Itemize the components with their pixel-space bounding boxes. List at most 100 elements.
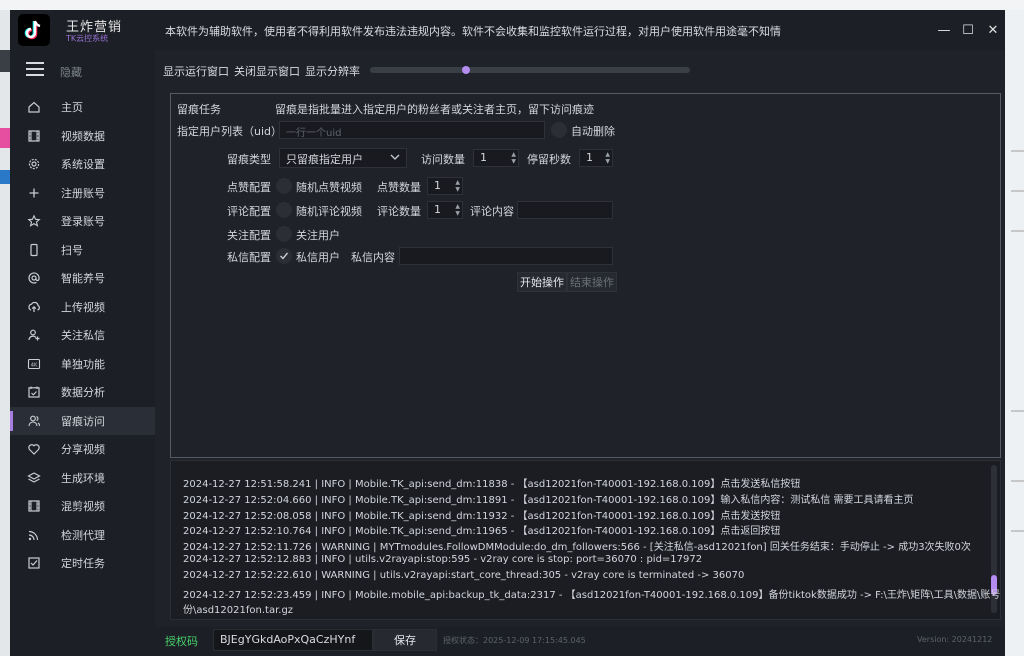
sidebar-item-label: 主页 (61, 101, 83, 115)
tiktok-logo-icon (18, 14, 50, 46)
dm-user-label: 私信用户 (296, 251, 340, 264)
start-button[interactable]: 开始操作 (517, 272, 567, 292)
hide-window-button[interactable]: 关闭显示窗口 (234, 63, 300, 79)
decrement-icon[interactable]: ▼ (455, 186, 460, 193)
sidebar-item-label: 注册账号 (61, 186, 105, 200)
sidebar-item-13[interactable]: 生成环境 (10, 464, 155, 493)
uid-list-input[interactable]: 一行一个uid (279, 121, 545, 139)
sidebar-item-0[interactable]: 主页 (10, 93, 155, 122)
dm-content-input[interactable] (399, 247, 613, 265)
sidebar-item-label: 扫号 (61, 243, 83, 257)
resolution-slider[interactable] (370, 66, 690, 74)
gear-icon (26, 156, 42, 172)
sidebar-item-1[interactable]: 视频数据 (10, 122, 155, 151)
footer: 授权码 BJEgYGkdAoPxQaCzHYnf 保存 授权状态：2025-12… (155, 627, 1005, 656)
uid-list-label: 指定用户列表（uid） (177, 125, 283, 138)
log-line: 2024-12-27 12:52:08.058 | INFO | Mobile.… (183, 510, 781, 522)
sidebar-item-2[interactable]: 系统设置 (10, 150, 155, 179)
like-count-label: 点赞数量 (377, 181, 421, 194)
chevron-down-icon (390, 154, 400, 160)
decrement-icon[interactable]: ▼ (455, 210, 460, 217)
minimize-button[interactable]: — (933, 19, 955, 41)
sidebar-item-label: 上传视频 (61, 300, 105, 314)
sidebar-item-label: 智能养号 (61, 272, 105, 286)
sidebar-item-7[interactable]: 上传视频 (10, 293, 155, 322)
increment-icon[interactable]: ▲ (455, 203, 460, 210)
like-random-checkbox[interactable] (276, 178, 292, 194)
comment-random-checkbox[interactable] (276, 202, 292, 218)
comment-count-label: 评论数量 (377, 205, 421, 218)
sidebar-item-label: 检测代理 (61, 528, 105, 542)
stop-button[interactable]: 结束操作 (567, 272, 617, 292)
license-code-input[interactable]: BJEgYGkdAoPxQaCzHYnf (213, 629, 373, 651)
log-line: 份\asd12021fon.tar.gz (183, 605, 294, 617)
sidebar-item-16[interactable]: 定时任务 (10, 549, 155, 578)
sidebar-item-8[interactable]: 关注私信 (10, 321, 155, 350)
sidebar-item-12[interactable]: 分享视频 (10, 435, 155, 464)
sidebar-item-9[interactable]: 4K 单独功能 (10, 350, 155, 379)
like-config-label: 点赞配置 (227, 181, 271, 194)
decrement-icon[interactable]: ▼ (511, 158, 516, 165)
sidebar-item-10[interactable]: 数据分析 (10, 378, 155, 407)
auto-delete-checkbox[interactable] (551, 122, 567, 138)
sidebar-hide-label[interactable]: 隐藏 (60, 64, 82, 80)
decrement-icon[interactable]: ▼ (605, 158, 610, 165)
save-button[interactable]: 保存 (373, 629, 437, 651)
phone-icon (26, 242, 42, 258)
sidebar-item-5[interactable]: 扫号 (10, 236, 155, 265)
like-count-stepper[interactable]: 1 ▲ ▼ (427, 177, 463, 195)
visit-count-value: 1 (480, 151, 487, 164)
background-right-strip (1005, 10, 1024, 656)
check-icon (280, 252, 289, 260)
sidebar-item-14[interactable]: 混剪视频 (10, 492, 155, 521)
sidebar-item-4[interactable]: 登录账号 (10, 207, 155, 236)
increment-icon[interactable]: ▲ (455, 179, 460, 186)
comment-content-label: 评论内容 (470, 205, 514, 218)
app-subtitle: TK云控系统 (66, 34, 109, 43)
follow-user-label: 关注用户 (296, 229, 340, 242)
trace-type-value: 只留痕指定用户 (286, 153, 363, 166)
comment-content-input[interactable] (517, 201, 613, 219)
4k-icon: 4K (26, 356, 42, 372)
like-random-label: 随机点赞视频 (296, 181, 362, 194)
increment-icon[interactable]: ▲ (511, 151, 516, 158)
increment-icon[interactable]: ▲ (605, 151, 610, 158)
close-button[interactable]: ✕ (982, 19, 1004, 41)
maximize-button[interactable]: ☐ (957, 19, 979, 41)
sidebar-item-label: 数据分析 (61, 386, 105, 400)
background-left-strip (0, 10, 10, 656)
disclaimer-notice: 本软件为辅助软件，使用者不得利用软件发布违法违规内容。软件不会收集和监控软件运行… (165, 25, 781, 38)
follow-config-label: 关注配置 (227, 229, 271, 242)
layers-icon (26, 470, 42, 486)
follow-user-checkbox[interactable] (276, 226, 292, 242)
log-line: 2024-12-27 12:52:23.459 | INFO | Mobile.… (183, 589, 1001, 601)
sidebar-item-label: 登录账号 (61, 215, 105, 229)
svg-text:4K: 4K (31, 362, 38, 368)
auto-delete-label: 自动删除 (571, 125, 615, 138)
hamburger-menu-icon[interactable] (26, 62, 44, 78)
visit-count-stepper[interactable]: 1 ▲ ▼ (473, 149, 519, 167)
log-console[interactable]: 2024-12-27 12:51:58.241 | INFO | Mobile.… (170, 460, 1001, 620)
sidebar-item-11[interactable]: 留痕访问 (10, 406, 155, 435)
film-icon (26, 498, 42, 514)
users-icon (26, 413, 42, 429)
sidebar-item-15[interactable]: 检测代理 (10, 521, 155, 550)
comment-count-stepper[interactable]: 1 ▲ ▼ (427, 201, 463, 219)
heart-icon (26, 441, 42, 457)
trace-type-label: 留痕类型 (227, 153, 271, 166)
stay-seconds-stepper[interactable]: 1 ▲ ▼ (579, 149, 613, 167)
sidebar-item-3[interactable]: 注册账号 (10, 179, 155, 208)
log-line: 2024-12-27 12:52:22.610 | WARNING | util… (183, 569, 745, 581)
dm-user-checkbox[interactable] (276, 248, 292, 264)
task-title: 留痕任务 (177, 103, 221, 116)
version-label: Version: 20241212 (917, 635, 993, 644)
log-line: 2024-12-27 12:52:11.726 | WARNING | MYTm… (183, 542, 971, 554)
trace-type-select[interactable]: 只留痕指定用户 (279, 148, 407, 168)
resolution-slider-thumb[interactable] (462, 66, 470, 74)
user-add-icon (26, 327, 42, 343)
plus-icon (26, 185, 42, 201)
dm-content-label: 私信内容 (351, 251, 395, 264)
sidebar-item-label: 混剪视频 (61, 500, 105, 514)
sidebar-item-6[interactable]: 智能养号 (10, 264, 155, 293)
show-window-button[interactable]: 显示运行窗口 (163, 63, 229, 79)
